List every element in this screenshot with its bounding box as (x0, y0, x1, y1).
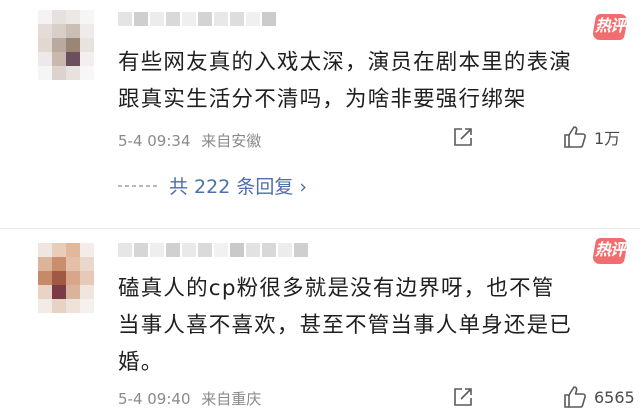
username-blurred[interactable] (118, 12, 276, 34)
location: 来自安徽 (201, 132, 262, 150)
share-button[interactable] (452, 126, 474, 148)
share-button[interactable] (452, 386, 474, 408)
timestamp: 5-4 09:40 (118, 390, 191, 408)
comment-text: 有些网友真的入戏太深，演员在剧本里的表演 跟真实生活分不清吗，为啥非要强行绑架 (118, 50, 573, 112)
username-blurred[interactable] (118, 243, 308, 265)
replies-label: 共 222 条回复 › (169, 176, 307, 198)
comment-meta: 5-4 09:34 来自安徽 (118, 130, 261, 151)
hot-comment-badge: 热评 (591, 238, 629, 264)
like-count: 6565 (594, 387, 635, 407)
divider (0, 228, 640, 229)
comment-text: 磕真人的cp粉很多就是没有边界呀，也不管 当事人喜不喜欢，甚至不管当事人单身还是… (118, 276, 573, 375)
comment-meta: 5-4 09:40 来自重庆 (118, 388, 261, 409)
view-replies-link[interactable]: 共 222 条回复 › (118, 172, 307, 199)
like-button[interactable]: 1万 (562, 124, 620, 150)
timestamp: 5-4 09:34 (118, 132, 191, 150)
hot-comment-badge: 热评 (591, 14, 629, 40)
like-count: 1万 (594, 129, 621, 148)
location: 来自重庆 (201, 390, 262, 408)
avatar[interactable] (38, 10, 94, 80)
avatar[interactable] (38, 243, 94, 313)
share-icon (454, 128, 472, 146)
like-button[interactable]: 6565 (562, 384, 635, 410)
thread-dots (118, 184, 157, 187)
share-icon (454, 388, 472, 406)
thumbs-up-icon (564, 126, 586, 148)
thumbs-up-icon (564, 386, 586, 408)
